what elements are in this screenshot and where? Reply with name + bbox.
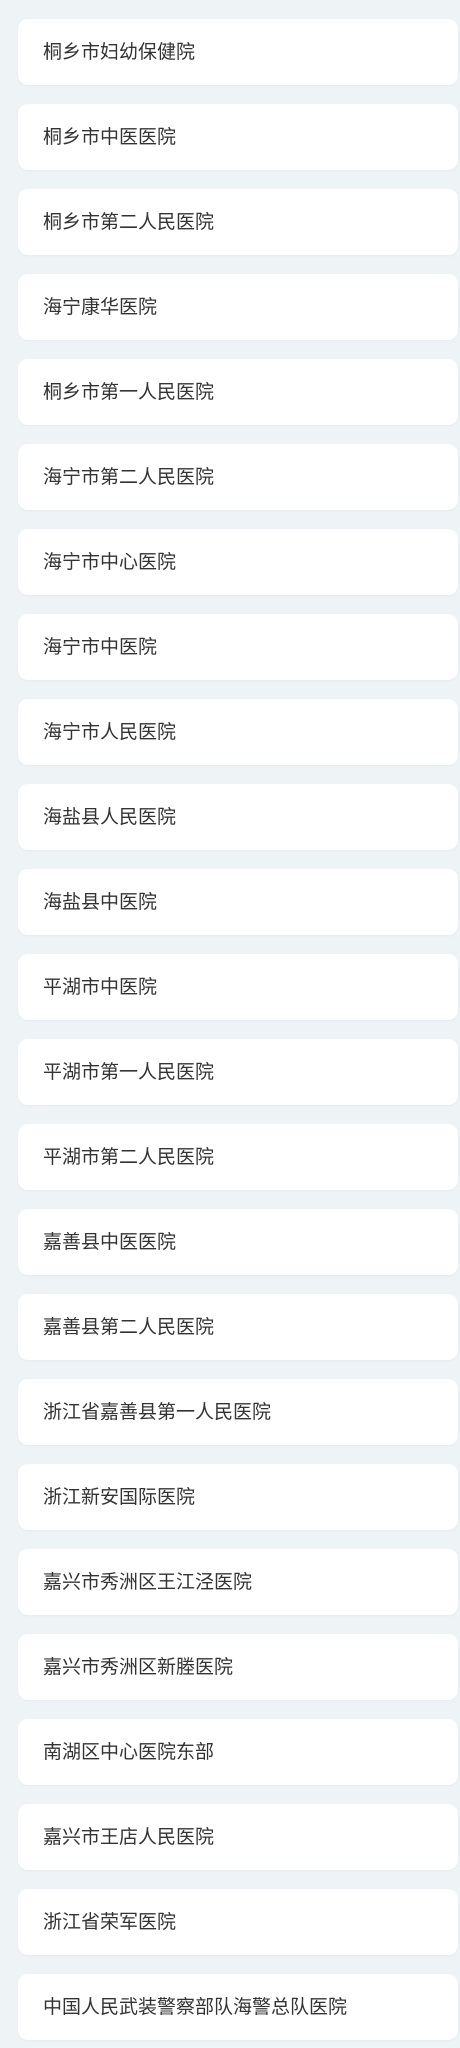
hospital-list-item[interactable]: 嘉兴市秀洲区王江泾医院 xyxy=(18,1549,458,1615)
hospital-name: 浙江新安国际医院 xyxy=(43,1485,196,1508)
hospital-list-item[interactable]: 桐乡市第二人民医院 xyxy=(18,189,458,255)
hospital-name: 中国人民武装警察部队海警总队医院 xyxy=(43,1995,348,2018)
hospital-name: 浙江省荣军医院 xyxy=(43,1910,177,1933)
hospital-name: 嘉善县第二人民医院 xyxy=(43,1315,215,1338)
hospital-list-item[interactable]: 海宁市中心医院 xyxy=(18,529,458,595)
hospital-name: 海宁市中医院 xyxy=(43,635,158,658)
hospital-name: 桐乡市第二人民医院 xyxy=(43,210,215,233)
hospital-list-item[interactable]: 桐乡市中医医院 xyxy=(18,104,458,170)
hospital-list-item[interactable]: 嘉善县中医医院 xyxy=(18,1209,458,1275)
hospital-list-item[interactable]: 海盐县中医院 xyxy=(18,869,458,935)
hospital-name: 南湖区中心医院东部 xyxy=(43,1740,215,1763)
hospital-list-item[interactable]: 海宁康华医院 xyxy=(18,274,458,340)
hospital-list-item[interactable]: 桐乡市妇幼保健院 xyxy=(18,19,458,85)
hospital-list-item[interactable]: 海宁市中医院 xyxy=(18,614,458,680)
hospital-name: 海盐县人民医院 xyxy=(43,805,177,828)
hospital-name: 平湖市中医院 xyxy=(43,975,158,998)
hospital-name: 嘉善县中医医院 xyxy=(43,1230,177,1253)
hospital-name: 海宁康华医院 xyxy=(43,295,158,318)
hospital-name: 浙江省嘉善县第一人民医院 xyxy=(43,1400,272,1423)
hospital-name: 海盐县中医院 xyxy=(43,890,158,913)
hospital-list-item[interactable]: 浙江新安国际医院 xyxy=(18,1464,458,1530)
hospital-name: 桐乡市中医医院 xyxy=(43,125,177,148)
hospital-list-item[interactable]: 中国人民武装警察部队海警总队医院 xyxy=(18,1974,458,2040)
hospital-list: 桐乡市妇幼保健院 桐乡市中医医院 桐乡市第二人民医院 海宁康华医院 桐乡市第一人… xyxy=(18,19,458,2048)
hospital-list-item[interactable]: 海宁市人民医院 xyxy=(18,699,458,765)
hospital-list-item[interactable]: 南湖区中心医院东部 xyxy=(18,1719,458,1785)
hospital-list-item[interactable]: 平湖市第一人民医院 xyxy=(18,1039,458,1105)
hospital-list-item[interactable]: 浙江省荣军医院 xyxy=(18,1889,458,1955)
hospital-name: 海宁市第二人民医院 xyxy=(43,465,215,488)
hospital-list-item[interactable]: 海宁市第二人民医院 xyxy=(18,444,458,510)
hospital-name: 海宁市人民医院 xyxy=(43,720,177,743)
hospital-list-item[interactable]: 浙江省嘉善县第一人民医院 xyxy=(18,1379,458,1445)
hospital-name: 嘉兴市秀洲区王江泾医院 xyxy=(43,1570,253,1593)
hospital-list-item[interactable]: 嘉善县第二人民医院 xyxy=(18,1294,458,1360)
hospital-list-item[interactable]: 平湖市中医院 xyxy=(18,954,458,1020)
hospital-list-item[interactable]: 嘉兴市秀洲区新塍医院 xyxy=(18,1634,458,1700)
hospital-list-page: 桐乡市妇幼保健院 桐乡市中医医院 桐乡市第二人民医院 海宁康华医院 桐乡市第一人… xyxy=(0,0,460,2048)
hospital-list-item[interactable]: 海盐县人民医院 xyxy=(18,784,458,850)
hospital-name: 桐乡市妇幼保健院 xyxy=(43,40,196,63)
hospital-name: 海宁市中心医院 xyxy=(43,550,177,573)
hospital-list-item[interactable]: 桐乡市第一人民医院 xyxy=(18,359,458,425)
hospital-list-item[interactable]: 嘉兴市王店人民医院 xyxy=(18,1804,458,1870)
hospital-name: 嘉兴市秀洲区新塍医院 xyxy=(43,1655,234,1678)
hospital-name: 桐乡市第一人民医院 xyxy=(43,380,215,403)
hospital-name: 嘉兴市王店人民医院 xyxy=(43,1825,215,1848)
hospital-list-item[interactable]: 平湖市第二人民医院 xyxy=(18,1124,458,1190)
hospital-name: 平湖市第二人民医院 xyxy=(43,1145,215,1168)
hospital-name: 平湖市第一人民医院 xyxy=(43,1060,215,1083)
